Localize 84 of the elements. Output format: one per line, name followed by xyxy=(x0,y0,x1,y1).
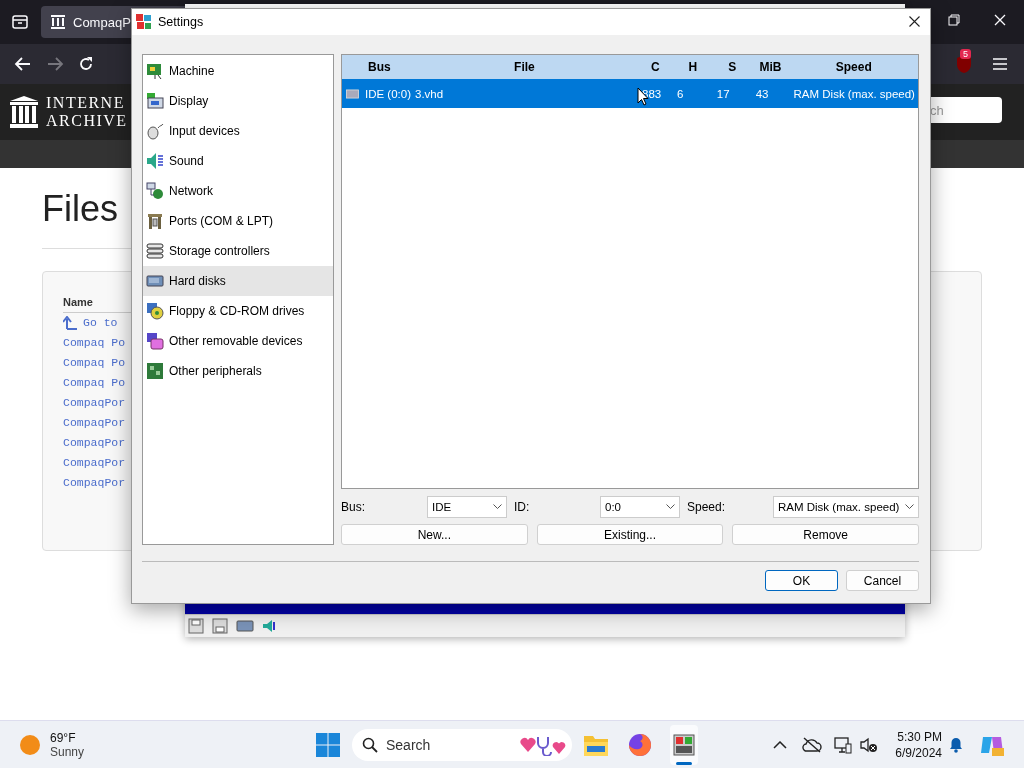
monitor-icon xyxy=(146,92,164,110)
port-icon xyxy=(146,212,164,230)
mouse-icon xyxy=(146,122,164,140)
category-item[interactable]: Other removable devices xyxy=(143,326,333,356)
file-link[interactable]: CompaqPor xyxy=(63,393,126,413)
bell-icon[interactable] xyxy=(949,737,963,753)
dropdown[interactable]: RAM Disk (max. speed) xyxy=(773,496,919,518)
category-item[interactable]: Other peripherals xyxy=(143,356,333,386)
field-label: ID: xyxy=(514,500,531,514)
table-cell: 43 xyxy=(755,87,769,100)
speaker-icon[interactable] xyxy=(262,618,278,634)
dropdown[interactable]: IDE xyxy=(427,496,507,518)
browser-icon[interactable] xyxy=(628,733,652,757)
weather-condition[interactable]: Sunny xyxy=(50,744,85,759)
chevron-up-icon[interactable] xyxy=(773,741,787,749)
hearts-drawing xyxy=(520,734,566,756)
category-item[interactable]: Input devices xyxy=(143,116,333,146)
table-cell: RAM Disk (max. speed) xyxy=(793,87,915,100)
back-icon[interactable] xyxy=(14,56,32,72)
disk-stack-icon xyxy=(146,242,164,260)
clock-date[interactable]: 6/9/2024 xyxy=(895,745,942,761)
column-header[interactable]: MiB xyxy=(751,60,790,74)
category-item[interactable]: Ports (COM & LPT) xyxy=(143,206,333,236)
clock-time[interactable]: 5:30 PM xyxy=(895,729,942,745)
logo-text: INTERNE xyxy=(46,94,126,112)
file-link[interactable]: Compaq Po xyxy=(63,333,126,353)
category-item[interactable]: Hard disks xyxy=(143,266,333,296)
action-button[interactable]: Existing... xyxy=(536,524,724,545)
circuit-board-icon xyxy=(146,62,164,80)
file-link[interactable]: CompaqPor xyxy=(63,413,126,433)
field-label: Bus: xyxy=(341,500,366,514)
network-icon[interactable] xyxy=(834,736,852,754)
removable-drive-icon xyxy=(146,332,164,350)
columns-icon xyxy=(51,15,65,29)
file-link[interactable]: CompaqPor xyxy=(63,453,126,473)
table-cell: 6 xyxy=(676,87,684,100)
arrow-up-icon xyxy=(63,316,77,330)
field-label: Speed: xyxy=(687,500,727,514)
column-header[interactable]: Bus xyxy=(342,60,411,74)
cloud-off-icon[interactable] xyxy=(802,737,822,753)
search-icon xyxy=(362,737,378,753)
circuit-board-icon xyxy=(146,362,164,380)
taskbar-app[interactable] xyxy=(670,725,698,765)
table-cell: 17 xyxy=(716,87,730,100)
weather-temperature[interactable]: 69°F xyxy=(50,730,85,745)
speaker-icon xyxy=(146,152,164,170)
dialog-button[interactable]: OK xyxy=(765,570,838,591)
menu-icon[interactable] xyxy=(993,58,1007,70)
sun-icon xyxy=(20,734,40,755)
table-cell: IDE (0:0) xyxy=(365,87,411,100)
tab-list-icon[interactable] xyxy=(12,15,28,29)
category-item[interactable]: Display xyxy=(143,86,333,116)
action-button[interactable]: New... xyxy=(341,524,528,545)
extension-badge: 5 xyxy=(960,49,971,59)
dropdown[interactable]: 0:0 xyxy=(600,496,680,518)
app-icon xyxy=(136,14,152,30)
file-link[interactable]: Compaq Po xyxy=(63,353,126,373)
column-header[interactable]: H xyxy=(672,60,713,74)
restore-icon[interactable] xyxy=(948,14,960,26)
floppy-icon[interactable] xyxy=(212,618,228,634)
parent-link[interactable]: Go to xyxy=(83,313,118,333)
temple-icon xyxy=(10,96,38,128)
dialog-button[interactable]: Cancel xyxy=(846,570,919,591)
file-link[interactable]: CompaqPor xyxy=(63,433,126,453)
column-header[interactable]: C xyxy=(638,60,673,74)
column-header[interactable]: File xyxy=(410,60,638,74)
category-item[interactable]: Sound xyxy=(143,146,333,176)
action-button[interactable]: Remove xyxy=(732,524,919,545)
column-header[interactable]: S xyxy=(712,60,752,74)
reload-icon[interactable] xyxy=(78,56,94,72)
floppy-icon[interactable] xyxy=(188,618,204,634)
folder-icon[interactable] xyxy=(584,734,608,756)
file-link[interactable]: CompaqPor xyxy=(63,473,126,493)
disc-icon xyxy=(146,302,164,320)
search-field[interactable]: Search xyxy=(352,729,572,761)
logo-text: ARCHIVE xyxy=(46,112,128,130)
file-link[interactable]: Compaq Po xyxy=(63,373,126,393)
close-icon[interactable] xyxy=(909,16,920,27)
category-item[interactable]: Machine xyxy=(143,56,333,86)
network-icon xyxy=(146,182,164,200)
app-icon xyxy=(673,734,695,756)
table-cell: 3.vhd xyxy=(415,87,444,100)
column-header[interactable]: Speed xyxy=(789,60,918,74)
speaker-muted-icon[interactable] xyxy=(860,737,878,753)
